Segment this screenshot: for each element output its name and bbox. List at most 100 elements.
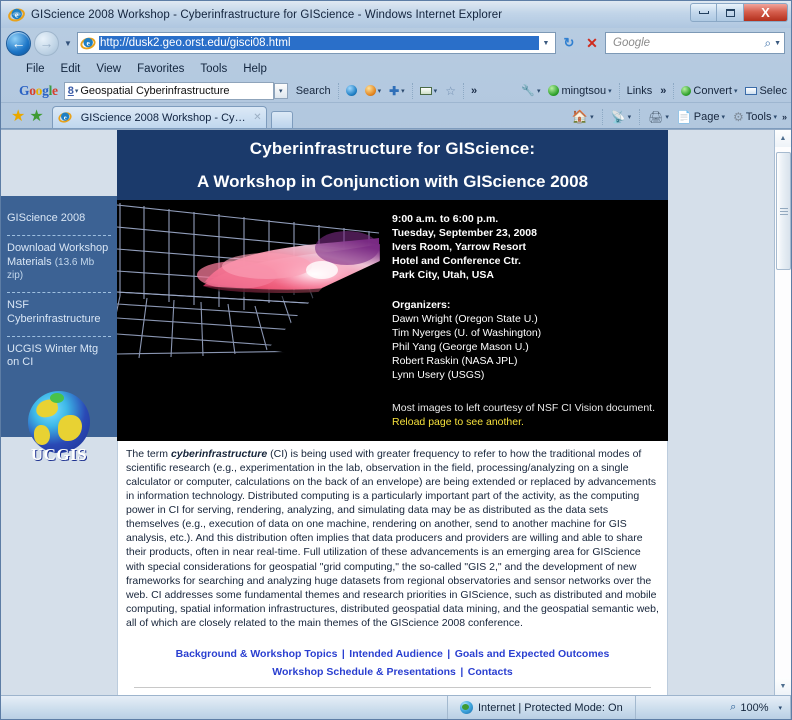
tools-menu-button[interactable]: ⚙ Tools ▾ [730, 109, 780, 125]
status-bar: Internet | Protected Mode: On ⌕ 100% ▾ [1, 695, 791, 719]
page-favicon-icon: e [80, 35, 96, 51]
links-overflow[interactable]: » [656, 85, 670, 97]
sidebar-item-ucgis-winter-mtg[interactable]: UCGIS Winter Mtg on CI [7, 337, 111, 380]
recent-pages-dropdown[interactable]: ▼ [62, 39, 74, 48]
vertical-scrollbar[interactable]: ▲ ▼ [774, 130, 791, 695]
page-body-text: The term cyberinfrastructure (CI) is bei… [117, 441, 668, 638]
link-background-workshop-topics[interactable]: Background & Workshop Topics [176, 648, 338, 660]
chevron-down-icon[interactable]: ▾ [378, 87, 382, 95]
search-input[interactable]: Google [613, 37, 764, 49]
sidebar-label-ucgis-winter-mtg: UCGIS Winter Mtg on CI [7, 342, 99, 369]
rss-icon: 📡 [610, 110, 626, 124]
page-caret-icon[interactable]: ▾ [722, 113, 726, 121]
nav-sep-3: | [460, 665, 464, 678]
content-area: GIScience 2008 Download Workshop Materia… [1, 129, 791, 695]
search-box[interactable]: Google ⌕ ▼ [605, 32, 785, 54]
refresh-button[interactable]: ↻ [559, 32, 579, 54]
ucgis-logo: UCGIS [23, 391, 95, 464]
toolbar-divider-4 [618, 82, 620, 99]
page-icon: 📄 [676, 110, 692, 124]
menu-tools[interactable]: Tools [192, 62, 235, 76]
body-rest: (CI) is being used with greater frequenc… [126, 448, 659, 629]
back-button[interactable]: ← [6, 30, 31, 56]
page-sidebar: GIScience 2008 Download Workshop Materia… [1, 196, 117, 464]
pagerank-dropdown-icon[interactable]: ▾ [75, 87, 79, 95]
google-bookmarks-icon[interactable]: ▾ [361, 85, 386, 96]
google-account-button[interactable]: mingtsou ▾ [544, 85, 615, 97]
google-settings-icon[interactable]: 🔧 ▾ [517, 84, 544, 97]
print-caret-icon[interactable]: ▾ [665, 113, 669, 121]
reload-page-link[interactable]: Reload page to see another. [392, 416, 524, 428]
organizer-0: Dawn Wright (Oregon State U.) [392, 312, 538, 325]
ucgis-logo-text: UCGIS [30, 445, 88, 464]
google-toolbar-overflow[interactable]: » [467, 85, 481, 97]
menu-help[interactable]: Help [235, 62, 275, 76]
event-info-panel: 9:00 a.m. to 6:00 p.m. Tuesday, Septembe… [382, 200, 668, 441]
ie-logo-icon: e [8, 6, 25, 23]
select-button[interactable]: Selec [741, 85, 791, 97]
tab-close-icon[interactable]: ✕ [253, 112, 261, 123]
link-workshop-schedule-presentations[interactable]: Workshop Schedule & Presentations [272, 666, 456, 678]
forward-button[interactable]: → [34, 30, 59, 56]
stop-button[interactable]: ✕ [582, 32, 602, 54]
google-add-button-icon[interactable]: ✚ ▾ [385, 84, 409, 98]
scroll-down-button[interactable]: ▼ [774, 678, 791, 695]
close-button[interactable]: X [744, 3, 788, 22]
security-zone-indicator[interactable]: Internet | Protected Mode: On [447, 696, 636, 719]
home-button[interactable]: 🏠 ▾ [569, 108, 597, 126]
add-to-favorites-icon[interactable]: ★ [29, 109, 43, 125]
favorites-center-icon[interactable]: ★ [11, 109, 25, 125]
address-bar[interactable]: e http://dusk2.geo.orst.edu/gisci08.html… [77, 32, 556, 54]
sidebar-item-download-materials[interactable]: Download Workshop Materials (13.6 Mb zip… [7, 236, 111, 293]
feeds-caret-icon[interactable]: ▾ [628, 113, 632, 121]
page-menu-button[interactable]: 📄 Page ▾ [674, 109, 728, 125]
google-star-icon[interactable]: ☆ [441, 84, 460, 98]
search-icon[interactable]: ⌕ [764, 36, 771, 51]
print-button[interactable]: 🖨 ▾ [645, 109, 672, 125]
sidebar-item-nsf-ci[interactable]: NSF Cyberinfrastructure [7, 293, 111, 337]
zoom-icon: ⌕ [730, 701, 737, 713]
security-zone-label: Internet | Protected Mode: On [478, 701, 623, 714]
maximize-button[interactable] [717, 3, 744, 22]
link-goals-and-expected-outcomes[interactable]: Goals and Expected Outcomes [455, 648, 610, 660]
navigation-bar: ← → ▼ e http://dusk2.geo.orst.edu/gisci0… [1, 28, 791, 58]
new-tab-button[interactable] [270, 111, 293, 128]
feeds-button[interactable]: 📡 ▾ [608, 109, 634, 125]
minimize-button[interactable] [690, 3, 717, 22]
address-dropdown-icon[interactable]: ▼ [539, 40, 553, 47]
body-lead: The term [126, 448, 171, 460]
convert-label: Convert [693, 84, 732, 97]
home-caret-icon[interactable]: ▾ [590, 113, 594, 121]
search-provider-dropdown-icon[interactable]: ▼ [774, 40, 781, 47]
scrollbar-thumb[interactable] [776, 152, 791, 270]
page-nav-links: Background & Workshop Topics | Intended … [117, 637, 668, 695]
browser-tab[interactable]: e GIScience 2008 Workshop - Cyberinfras.… [51, 106, 267, 128]
image-credit-note: Most images to left courtesy of NSF CI V… [392, 402, 658, 430]
zoom-control[interactable]: ⌕ 100% ▾ [720, 696, 791, 719]
link-intended-audience[interactable]: Intended Audience [349, 648, 443, 660]
menu-file[interactable]: File [18, 62, 53, 76]
link-contacts[interactable]: Contacts [468, 666, 513, 678]
forward-arrow-icon: → [39, 35, 54, 51]
google-search-button[interactable]: Search [292, 85, 335, 97]
address-input[interactable]: http://dusk2.geo.orst.edu/gisci08.html [99, 36, 539, 50]
zoom-dropdown-icon[interactable]: ▾ [778, 704, 782, 712]
home-icon: 🏠 [571, 109, 589, 124]
google-autofill-icon[interactable]: ▾ [416, 86, 442, 95]
page-title: Cyberinfrastructure for GIScience: [249, 139, 536, 158]
google-query-history-dropdown[interactable]: ▾ [273, 82, 288, 99]
links-button[interactable]: Links [623, 85, 657, 97]
menu-edit[interactable]: Edit [53, 62, 89, 76]
scroll-up-button[interactable]: ▲ [774, 130, 791, 147]
menu-view[interactable]: View [88, 62, 129, 76]
convert-button[interactable]: Convert ▾ [677, 85, 741, 97]
menu-favorites[interactable]: Favorites [129, 62, 192, 76]
google-search-input[interactable]: Geospatial Cyberinfrastructure [80, 85, 272, 97]
google-translate-icon[interactable] [342, 85, 361, 96]
tools-caret-icon[interactable]: ▾ [773, 113, 777, 121]
sidebar-item-giscience-2008[interactable]: GIScience 2008 [7, 206, 111, 236]
horizontal-rule [134, 686, 651, 688]
google-search-field[interactable]: 8 ▾ Geospatial Cyberinfrastructure [63, 81, 274, 100]
event-time: 9:00 a.m. to 6:00 p.m. [392, 213, 499, 225]
command-bar-overflow[interactable]: » [782, 112, 787, 122]
